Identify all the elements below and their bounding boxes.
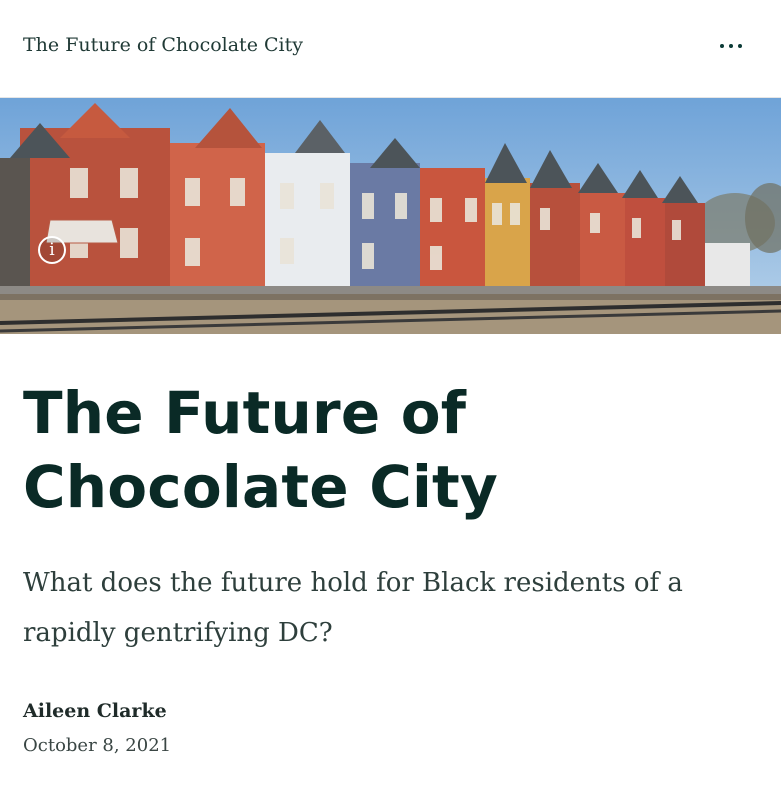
- more-horizontal-icon-dot: [738, 44, 742, 48]
- site-header: The Future of Chocolate City: [0, 0, 781, 98]
- author-name: Aileen Clarke: [23, 700, 167, 722]
- more-menu-button[interactable]: [706, 30, 756, 62]
- publish-date: October 8, 2021: [23, 735, 172, 756]
- more-horizontal-icon: [720, 44, 724, 48]
- article-title: The Future of Chocolate City: [23, 379, 498, 521]
- site-title-link[interactable]: The Future of Chocolate City: [23, 34, 303, 56]
- info-icon[interactable]: i: [38, 236, 66, 264]
- more-horizontal-icon-dot: [729, 44, 733, 48]
- rowhouse-illustration: [0, 98, 781, 334]
- article-subtitle: What does the future hold for Black resi…: [23, 568, 683, 648]
- hero-image: i: [0, 98, 781, 334]
